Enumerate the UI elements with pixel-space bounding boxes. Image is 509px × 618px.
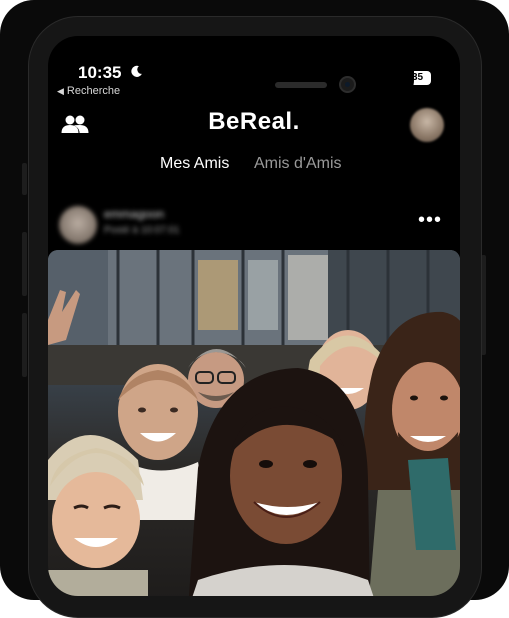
tab-mes-amis[interactable]: Mes Amis [160, 155, 229, 173]
post-username[interactable]: emmagoon [104, 207, 164, 221]
volume-up-button [22, 232, 27, 296]
phone-screen: 10:35 ◀Recherche 3G 35 BeReal. Mes Amis … [48, 36, 460, 596]
post-author-avatar[interactable] [59, 206, 97, 244]
post-timestamp: Posté à 10:07:01 [104, 225, 180, 236]
moon-icon [131, 65, 142, 77]
volume-down-button [22, 313, 27, 377]
tab-amis-d-amis[interactable]: Amis d'Amis [254, 155, 342, 173]
front-camera [339, 76, 356, 93]
status-time: 10:35 [78, 63, 122, 82]
profile-avatar[interactable] [410, 108, 444, 142]
back-arrow-icon: ◀ [57, 86, 64, 96]
earpiece-speaker [275, 82, 327, 88]
back-to-app-link[interactable]: ◀ Recherche [57, 85, 120, 97]
more-dots-icon[interactable]: ••• [418, 210, 442, 230]
back-app-label: Recherche [66, 85, 121, 97]
post-photo[interactable] [48, 250, 460, 596]
phone-notch [191, 52, 414, 106]
app-title: BeReal. [208, 108, 300, 135]
mute-switch [22, 163, 27, 195]
group-selfie-illustration [48, 250, 460, 596]
